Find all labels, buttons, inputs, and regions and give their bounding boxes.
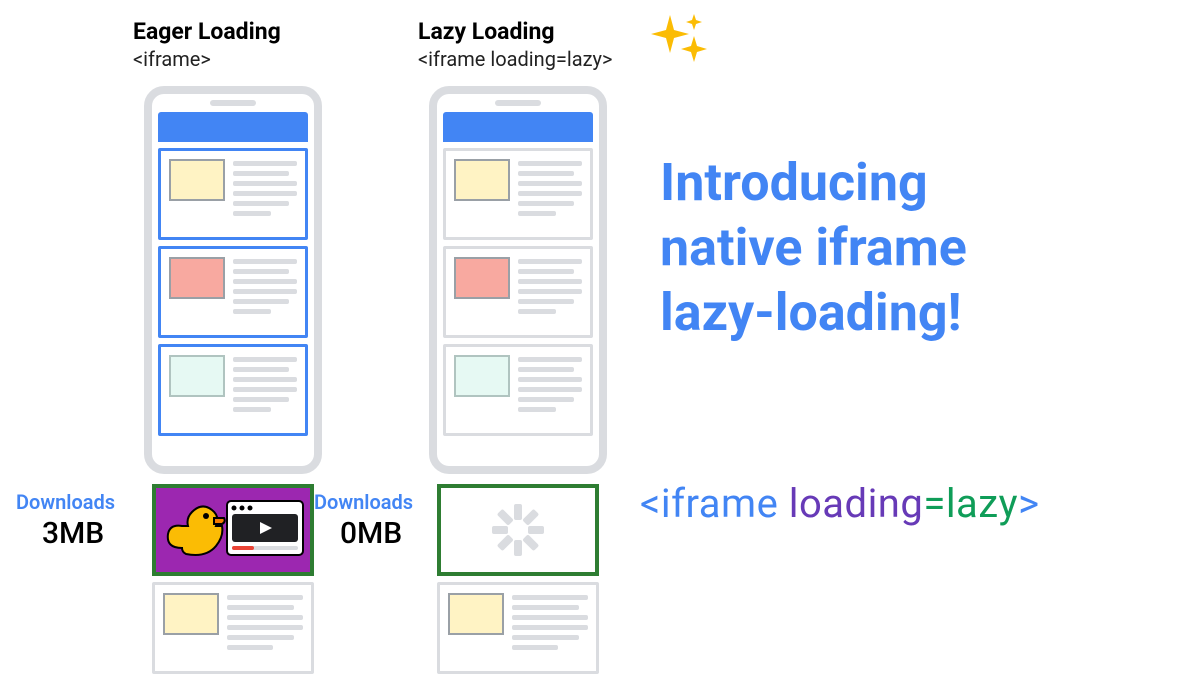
snippet-space bbox=[778, 480, 788, 527]
download-label: Downloads bbox=[16, 490, 156, 514]
eager-download-stat: Downloads 3MB bbox=[16, 490, 156, 551]
iframe-tile-placeholder bbox=[437, 484, 599, 576]
thumbnail-icon bbox=[454, 257, 510, 299]
text-placeholder bbox=[518, 355, 582, 425]
text-placeholder bbox=[233, 355, 297, 425]
text-placeholder bbox=[233, 159, 297, 229]
content-card bbox=[158, 148, 308, 240]
headline-line: native iframe bbox=[660, 215, 967, 280]
trailing-card-lazy bbox=[437, 582, 599, 674]
eager-title: Eager Loading bbox=[133, 18, 281, 45]
snippet-lt: < bbox=[640, 480, 661, 527]
app-header-bar bbox=[443, 112, 593, 142]
loading-spinner-icon bbox=[488, 500, 548, 560]
snippet-eq: = bbox=[923, 480, 945, 527]
text-placeholder bbox=[518, 257, 582, 327]
download-value: 0MB bbox=[314, 516, 454, 551]
lazy-phone-mockup bbox=[429, 86, 607, 474]
video-player-icon bbox=[226, 500, 304, 556]
eager-phone-mockup bbox=[144, 86, 322, 474]
download-label: Downloads bbox=[314, 490, 454, 514]
content-card bbox=[443, 344, 593, 436]
text-placeholder bbox=[233, 257, 297, 327]
thumbnail-icon bbox=[169, 257, 225, 299]
headline-line: lazy-loading! bbox=[660, 280, 967, 345]
thumbnail-icon bbox=[169, 355, 225, 397]
sparkle-icon bbox=[650, 10, 710, 70]
thumbnail-icon bbox=[454, 159, 510, 201]
content-card bbox=[158, 246, 308, 338]
headline-line: Introducing bbox=[660, 150, 967, 215]
content-card bbox=[443, 246, 593, 338]
lazy-column-header: Lazy Loading <iframe loading=lazy> bbox=[418, 18, 612, 71]
snippet-attr: loading bbox=[789, 480, 924, 527]
lazy-title: Lazy Loading bbox=[418, 18, 612, 45]
thumbnail-icon bbox=[454, 355, 510, 397]
headline: Introducing native iframe lazy-loading! bbox=[660, 150, 967, 345]
text-placeholder bbox=[512, 593, 588, 663]
snippet-gt: > bbox=[1018, 480, 1039, 527]
thumbnail-icon bbox=[448, 593, 504, 635]
app-header-bar bbox=[158, 112, 308, 142]
lazy-download-stat: Downloads 0MB bbox=[314, 490, 454, 551]
eager-code: <iframe> bbox=[133, 47, 211, 71]
thumbnail-icon bbox=[163, 593, 219, 635]
lazy-code: <iframe loading=lazy> bbox=[418, 47, 612, 71]
duck-icon bbox=[162, 496, 226, 564]
text-placeholder bbox=[518, 159, 582, 229]
eager-column-header: Eager Loading <iframe> bbox=[133, 18, 281, 71]
phone-speaker bbox=[210, 100, 256, 106]
content-card bbox=[158, 344, 308, 436]
trailing-card-eager bbox=[152, 582, 314, 674]
content-card bbox=[443, 148, 593, 240]
snippet-tag: iframe bbox=[661, 480, 778, 527]
phone-screen bbox=[443, 112, 593, 436]
iframe-tile-loaded bbox=[152, 484, 314, 576]
code-snippet: <iframe loading=lazy> bbox=[640, 480, 1040, 527]
phone-speaker bbox=[495, 100, 541, 106]
snippet-val: lazy bbox=[946, 480, 1018, 527]
phone-screen bbox=[158, 112, 308, 436]
thumbnail-icon bbox=[169, 159, 225, 201]
download-value: 3MB bbox=[16, 516, 156, 551]
text-placeholder bbox=[227, 593, 303, 663]
